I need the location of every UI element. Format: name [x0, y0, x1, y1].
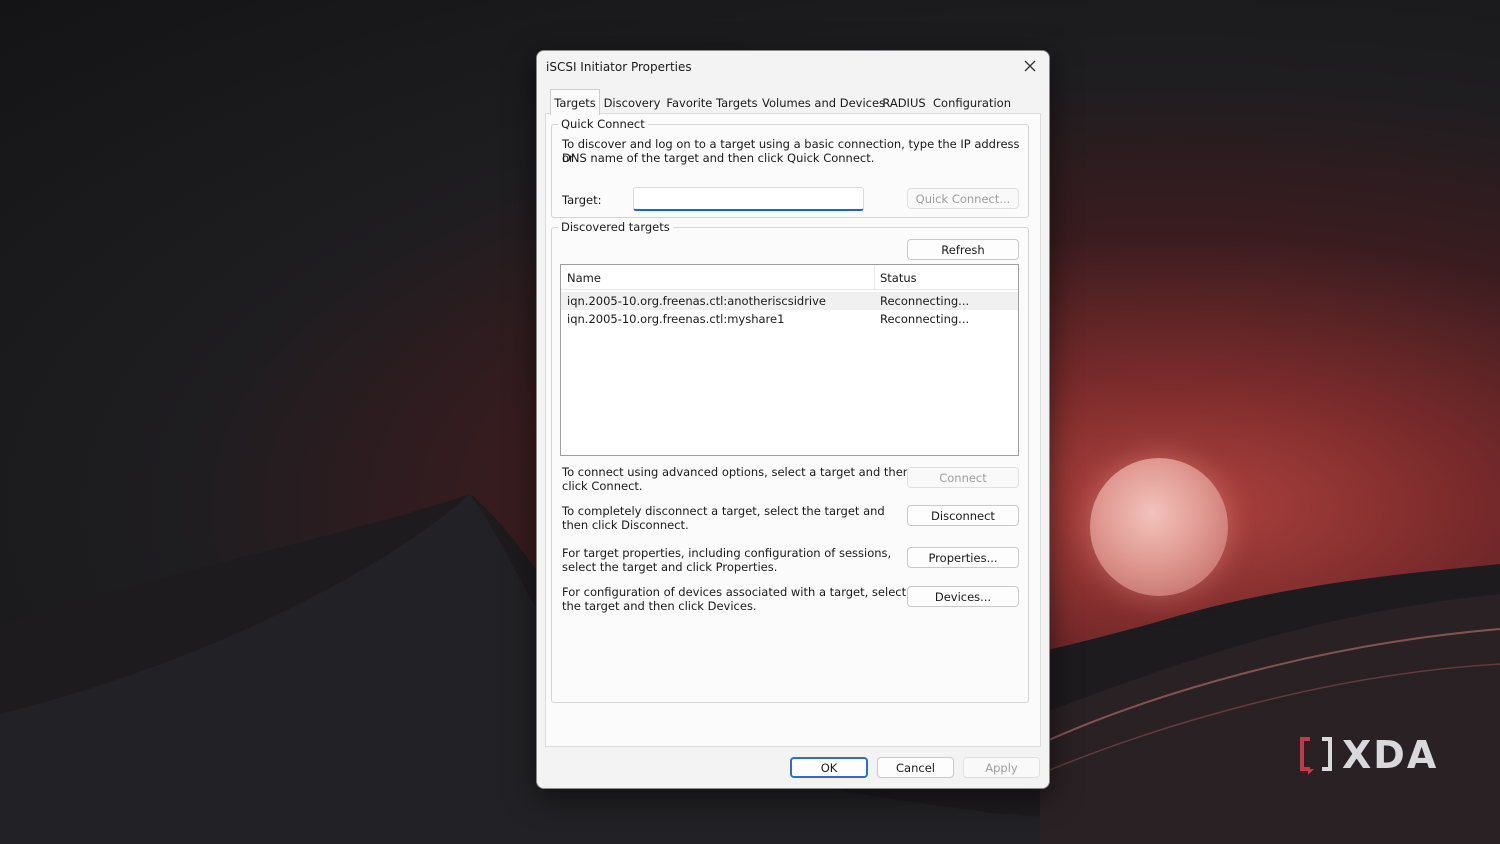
target-label: Target:	[562, 193, 602, 207]
devices-description-2: the target and then click Devices.	[562, 599, 757, 613]
xda-wordmark: XDA	[1342, 733, 1439, 777]
disconnect-button[interactable]: Disconnect	[907, 505, 1019, 526]
cancel-button[interactable]: Cancel	[877, 757, 954, 778]
tab-discovery[interactable]: Discovery	[602, 91, 662, 113]
tab-targets[interactable]: Targets	[550, 89, 600, 115]
table-row[interactable]: iqn.2005-10.org.freenas.ctl:myshare1 Rec…	[561, 310, 1018, 328]
tab-volumes-and-devices[interactable]: Volumes and Devices	[762, 91, 885, 113]
quick-connect-description-2: DNS name of the target and then click Qu…	[562, 151, 875, 165]
tab-radius[interactable]: RADIUS	[880, 91, 928, 113]
list-header: Name Status	[561, 265, 1018, 290]
dialog-footer: OK Cancel Apply	[537, 747, 1049, 788]
connect-button[interactable]: Connect	[907, 467, 1019, 488]
connect-description-1: To connect using advanced options, selec…	[562, 465, 911, 479]
target-name: iqn.2005-10.org.freenas.ctl:myshare1	[567, 312, 785, 326]
targets-tab-panel: Quick Connect To discover and log on to …	[545, 113, 1041, 747]
moon	[1090, 458, 1228, 596]
connect-description-2: click Connect.	[562, 479, 643, 493]
refresh-button[interactable]: Refresh	[907, 239, 1019, 260]
xda-watermark: XDA	[1298, 733, 1439, 777]
column-header-status[interactable]: Status	[880, 271, 917, 285]
table-row[interactable]: iqn.2005-10.org.freenas.ctl:anotheriscsi…	[561, 292, 1018, 310]
disconnect-description-2: then click Disconnect.	[562, 518, 689, 532]
dialog-title: iSCSI Initiator Properties	[546, 60, 692, 74]
apply-button[interactable]: Apply	[963, 757, 1040, 778]
close-icon[interactable]	[1021, 57, 1039, 75]
disconnect-description-1: To completely disconnect a target, selec…	[562, 504, 885, 518]
target-name: iqn.2005-10.org.freenas.ctl:anotheriscsi…	[567, 294, 826, 308]
properties-description-1: For target properties, including configu…	[562, 546, 892, 560]
discovered-targets-group: Discovered targets Refresh Name Status i…	[551, 220, 1029, 703]
xda-logo-icon	[1300, 737, 1332, 775]
column-divider[interactable]	[874, 265, 875, 289]
column-header-name[interactable]: Name	[567, 271, 601, 285]
tab-favorite-targets[interactable]: Favorite Targets	[664, 91, 760, 113]
devices-button[interactable]: Devices...	[907, 586, 1019, 607]
iscsi-initiator-properties-dialog: iSCSI Initiator Properties Targets Disco…	[536, 50, 1050, 789]
discovered-targets-list[interactable]: Name Status iqn.2005-10.org.freenas.ctl:…	[560, 264, 1019, 456]
properties-description-2: select the target and click Properties.	[562, 560, 778, 574]
quick-connect-group: Quick Connect To discover and log on to …	[551, 117, 1029, 218]
discovered-targets-legend: Discovered targets	[558, 220, 673, 234]
target-status: Reconnecting...	[880, 294, 970, 308]
target-input[interactable]	[633, 187, 864, 211]
devices-description-1: For configuration of devices associated …	[562, 585, 907, 599]
ok-button[interactable]: OK	[790, 757, 868, 778]
tab-configuration[interactable]: Configuration	[932, 91, 1012, 113]
title-bar: iSCSI Initiator Properties	[537, 51, 1049, 83]
quick-connect-legend: Quick Connect	[558, 117, 648, 131]
target-status: Reconnecting...	[880, 312, 970, 326]
quick-connect-button[interactable]: Quick Connect...	[907, 188, 1019, 209]
properties-button[interactable]: Properties...	[907, 547, 1019, 568]
